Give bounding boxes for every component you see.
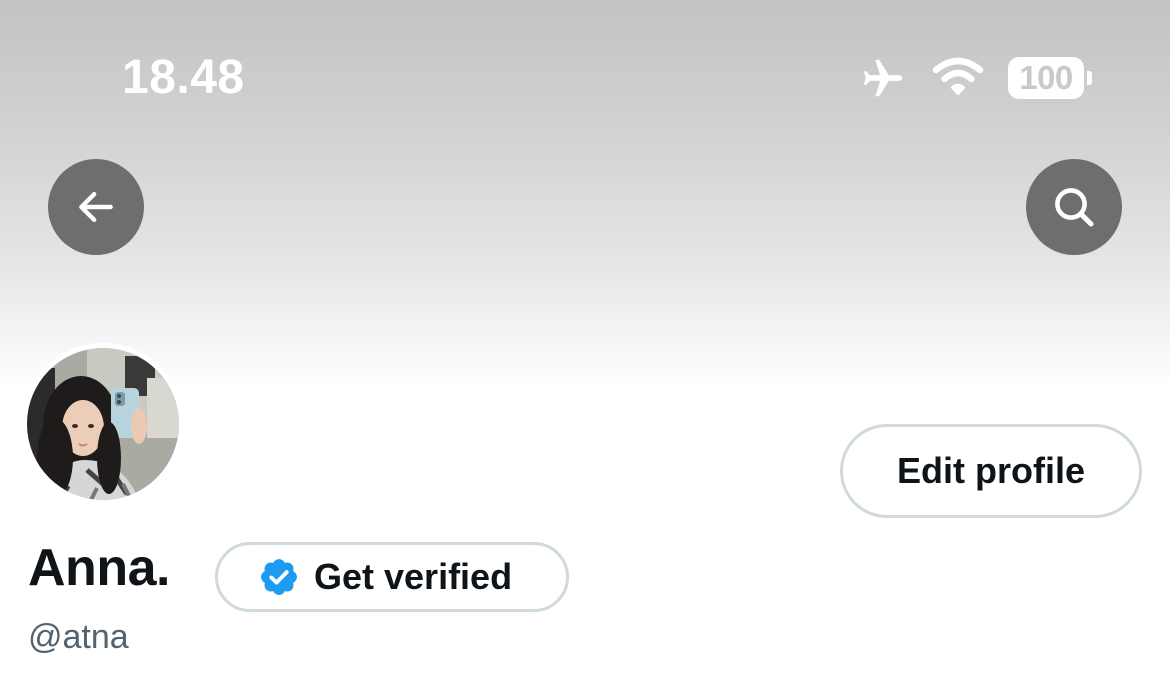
wifi-icon — [932, 57, 984, 95]
get-verified-button[interactable]: Get verified — [215, 542, 569, 612]
battery-tip — [1087, 71, 1092, 85]
battery-icon: 100 — [1008, 57, 1092, 99]
battery-level: 100 — [1019, 59, 1073, 96]
avatar[interactable] — [27, 348, 179, 500]
search-button[interactable] — [1026, 159, 1122, 255]
status-time: 18.48 — [122, 51, 245, 104]
get-verified-label: Get verified — [314, 556, 513, 597]
back-button[interactable] — [48, 159, 144, 255]
display-name: Anna. — [28, 539, 170, 597]
profile-screen: 18.48 100 Edit profile Anna. Get verifie… — [0, 0, 1170, 674]
user-handle: @atna — [28, 618, 129, 656]
arrow-left-icon — [79, 191, 113, 223]
search-icon — [1055, 188, 1094, 227]
airplane-mode-icon — [863, 59, 903, 97]
edit-profile-button[interactable]: Edit profile — [840, 424, 1142, 518]
avatar-photo — [27, 348, 179, 500]
verified-badge-icon — [261, 559, 297, 595]
